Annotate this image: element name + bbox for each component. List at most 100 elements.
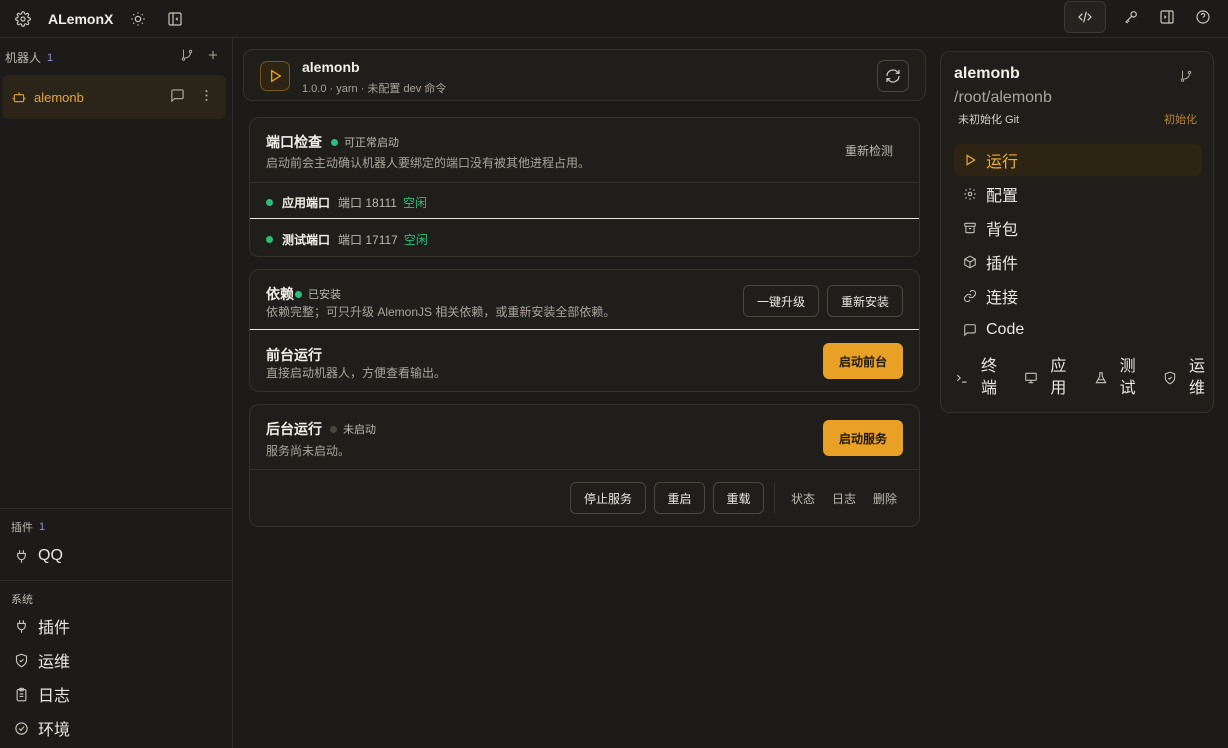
message-icon[interactable] (170, 88, 185, 103)
system-item-label: 环境 (38, 722, 71, 739)
play-icon (267, 68, 283, 84)
stop-service-button[interactable]: 停止服务 (569, 482, 646, 514)
branch-icon[interactable] (1179, 69, 1193, 83)
foreground-description: 直接启动机器人，方便查看输出。 (266, 366, 447, 380)
gear-icon[interactable] (12, 8, 34, 30)
bots-label: 机器人 (5, 51, 42, 65)
code-view-button[interactable] (1064, 1, 1106, 33)
foreground-title: 前台运行 (266, 347, 322, 363)
restart-button[interactable]: 重启 (653, 482, 705, 514)
background-service-card: 后台运行 未启动 服务尚未启动。 启动服务 停止服务 重启 重载 状态 日志 删… (249, 404, 920, 527)
bot-header-card: alemonb 1.0.0 · yarn · 未配置 dev 命令 (243, 49, 926, 101)
deps-status: 已安装 (308, 289, 341, 301)
sun-icon[interactable] (127, 8, 149, 30)
plugins-label: 插件 (11, 522, 33, 534)
reload-button[interactable]: 重载 (712, 482, 764, 514)
flask-icon (1094, 371, 1108, 385)
branch-icon[interactable] (180, 48, 194, 62)
logs-button[interactable]: 日志 (832, 490, 856, 507)
bots-header: 机器人 1 (5, 49, 53, 66)
bots-count: 1 (47, 51, 54, 64)
panel-nav: 运行 配置 背包 插件 连接 Code (954, 144, 1202, 348)
init-git-link[interactable]: 初始化 (1164, 111, 1197, 127)
plug-icon (12, 619, 30, 634)
key-icon[interactable] (1120, 6, 1142, 28)
port-check-description: 启动前会主动确认机器人要绑定的端口没有被其他进程占用。 (266, 156, 591, 170)
tool-app[interactable]: 应用 (1024, 356, 1066, 400)
status-dot (295, 290, 302, 298)
tool-label: 应用 (1050, 358, 1067, 397)
bot-path: /root/alemonb (954, 89, 1052, 106)
refresh-icon (885, 68, 901, 84)
system-section: 系统 插件 运维 日志 环境 (0, 580, 232, 745)
port-check-card: 端口检查 可正常启动 启动前会主动确认机器人要绑定的端口没有被其他进程占用。 重… (249, 117, 920, 257)
port-state: 空闲 (402, 196, 427, 210)
background-status: 未启动 (343, 424, 376, 436)
panel-right-icon[interactable] (1156, 6, 1178, 28)
system-label: 系统 (11, 594, 33, 606)
tool-label: 运维 (1188, 358, 1205, 397)
plugin-item-label: QQ (38, 547, 63, 564)
nav-run[interactable]: 运行 (954, 144, 1202, 176)
nav-config[interactable]: 配置 (954, 178, 1202, 210)
shield-icon (1163, 371, 1177, 385)
system-item-ops[interactable]: 运维 (0, 643, 232, 677)
background-description: 服务尚未启动。 (266, 444, 351, 458)
delete-button[interactable]: 删除 (873, 490, 897, 507)
archive-icon (962, 221, 978, 235)
status-dot (266, 199, 273, 206)
gear-icon (962, 187, 978, 201)
start-service-button[interactable]: 启动服务 (823, 420, 903, 456)
terminal-icon (955, 371, 969, 385)
nav-label: 连接 (986, 290, 1019, 307)
monitor-icon (1024, 371, 1038, 385)
tool-label: 终端 (981, 358, 998, 397)
check-circle-icon (12, 721, 30, 736)
plugin-item-qq[interactable]: QQ (0, 539, 232, 573)
system-item-env[interactable]: 环境 (0, 711, 232, 745)
sidebar-toggle-icon[interactable] (164, 8, 186, 30)
link-icon (962, 289, 978, 303)
bot-icon (12, 90, 26, 104)
status-button[interactable]: 状态 (791, 490, 815, 507)
nav-label: 运行 (986, 154, 1019, 171)
nav-label: 配置 (986, 188, 1019, 205)
tool-ops[interactable]: 运维 (1163, 356, 1205, 400)
start-foreground-button[interactable]: 启动前台 (823, 343, 903, 379)
help-icon[interactable] (1192, 6, 1214, 28)
reinstall-button[interactable]: 重新安装 (827, 285, 903, 317)
tool-terminal[interactable]: 终端 (955, 356, 997, 400)
upgrade-button[interactable]: 一键升级 (743, 285, 819, 317)
recheck-button[interactable]: 重新检测 (845, 142, 893, 159)
bot-title: alemonb (302, 59, 360, 75)
divider (773, 483, 775, 513)
nav-backpack[interactable]: 背包 (954, 212, 1202, 244)
system-item-label: 插件 (38, 620, 71, 637)
system-item-plugins[interactable]: 插件 (0, 609, 232, 643)
more-vertical-icon[interactable] (199, 88, 214, 103)
nav-plugins[interactable]: 插件 (954, 246, 1202, 278)
bot-detail-panel: alemonb /root/alemonb 未初始化 Git 初始化 运行 配置… (940, 51, 1214, 413)
nav-label: Code (986, 321, 1025, 338)
nav-label: 背包 (986, 222, 1019, 239)
panel-title: alemonb (954, 65, 1020, 82)
clipboard-icon (12, 687, 30, 702)
git-status: 未初始化 Git (958, 114, 1020, 126)
tool-label: 测试 (1119, 358, 1136, 397)
code-icon (1077, 9, 1093, 25)
deps-description: 依赖完整；可只升级 AlemonJS 相关依赖，或重新安装全部依赖。 (266, 305, 616, 319)
nav-connect[interactable]: 连接 (954, 280, 1202, 312)
background-title: 后台运行 (266, 421, 322, 437)
tool-test[interactable]: 测试 (1094, 356, 1136, 400)
status-dot (266, 236, 273, 243)
refresh-button[interactable] (877, 60, 909, 92)
nav-code[interactable]: Code (954, 314, 1202, 346)
app-title: ALemonX (48, 10, 114, 27)
system-item-logs[interactable]: 日志 (0, 677, 232, 711)
port-state: 空闲 (403, 233, 428, 247)
status-dot (330, 425, 337, 433)
port-label: 应用端口 (282, 196, 331, 210)
run-status-box[interactable] (260, 61, 290, 91)
bot-item-alemonb[interactable]: alemonb (2, 75, 226, 119)
add-bot-icon[interactable] (206, 48, 220, 62)
